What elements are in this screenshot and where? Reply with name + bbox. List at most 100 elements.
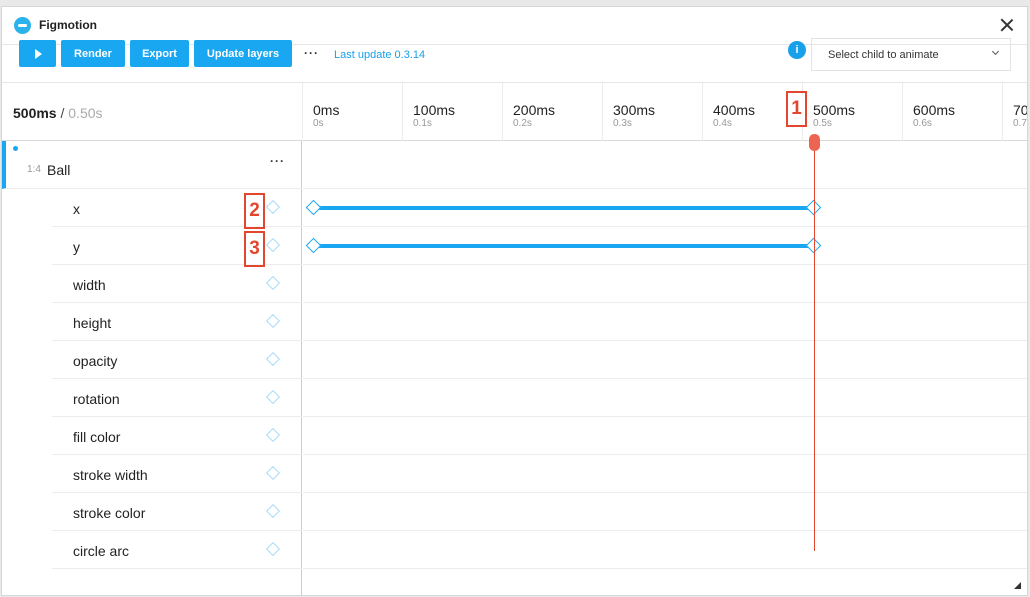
property-row[interactable]: opacity bbox=[52, 341, 302, 379]
property-row[interactable]: circle arc bbox=[52, 531, 302, 569]
annotation-marker: 3 bbox=[244, 231, 265, 267]
property-track bbox=[303, 341, 1027, 379]
property-track bbox=[303, 531, 1027, 569]
layer-selected-dot bbox=[13, 146, 18, 151]
add-keyframe-diamond-icon[interactable] bbox=[265, 427, 281, 443]
add-keyframe-diamond-icon[interactable] bbox=[265, 389, 281, 405]
ruler-tick-seconds-label: 0.2s bbox=[513, 118, 532, 129]
ruler-tick: 200ms 0.2s bbox=[502, 83, 555, 141]
update-layers-button[interactable]: Update layers bbox=[194, 40, 292, 67]
ruler-tick-seconds-label: 0.6s bbox=[913, 118, 932, 129]
add-keyframe-diamond-icon[interactable] bbox=[265, 275, 281, 291]
chevron-down-icon bbox=[991, 47, 1000, 56]
add-keyframe-diamond-icon[interactable] bbox=[265, 351, 281, 367]
ruler-tick: 0ms 0s bbox=[302, 83, 339, 141]
ruler-tick-ms-label: 200ms bbox=[513, 102, 556, 118]
layer-ratio: 1:4 bbox=[27, 164, 41, 175]
property-label: fill color bbox=[73, 429, 121, 445]
ruler-tick-ms-label: 700ms bbox=[1013, 102, 1028, 118]
more-options-button[interactable]: ··· bbox=[304, 46, 319, 60]
property-row[interactable]: height bbox=[52, 303, 302, 341]
playhead-line bbox=[814, 141, 815, 551]
last-update-link[interactable]: Last update 0.3.14 bbox=[334, 49, 425, 61]
ruler-tick-seconds-label: 0.3s bbox=[613, 118, 632, 129]
property-row[interactable]: stroke color bbox=[52, 493, 302, 531]
property-row[interactable]: width bbox=[52, 265, 302, 303]
select-child-placeholder: Select child to animate bbox=[828, 49, 939, 61]
ruler-tick: 100ms 0.1s bbox=[402, 83, 455, 141]
window-title: Figmotion bbox=[39, 18, 97, 32]
property-track bbox=[303, 227, 1027, 265]
keyframe-diamond-icon[interactable] bbox=[305, 237, 322, 254]
property-track bbox=[303, 189, 1027, 227]
property-label: height bbox=[73, 315, 112, 331]
ruler-tick-ms-label: 0ms bbox=[313, 102, 340, 118]
ruler-tick-seconds-label: 0s bbox=[313, 118, 324, 129]
close-icon[interactable] bbox=[997, 15, 1017, 35]
ruler-tick-seconds-label: 0.7s bbox=[1013, 118, 1027, 129]
property-label: stroke color bbox=[73, 505, 146, 521]
play-icon bbox=[35, 48, 42, 59]
ruler-tick: 300ms 0.3s bbox=[602, 83, 655, 141]
layer-more-button[interactable]: ··· bbox=[270, 154, 285, 168]
ruler-tick-ms-label: 300ms bbox=[613, 102, 656, 118]
property-track bbox=[303, 303, 1027, 341]
figmotion-logo-icon bbox=[14, 17, 31, 34]
keyframe-diamond-icon[interactable] bbox=[305, 199, 322, 216]
animation-bar[interactable] bbox=[314, 206, 814, 210]
add-keyframe-diamond-icon[interactable] bbox=[265, 541, 281, 557]
property-track bbox=[303, 417, 1027, 455]
play-button[interactable] bbox=[19, 40, 56, 67]
property-label: y bbox=[73, 239, 80, 255]
annotation-marker: 1 bbox=[786, 91, 807, 127]
timeline-area[interactable] bbox=[303, 134, 1027, 595]
property-track bbox=[303, 493, 1027, 531]
playhead-handle[interactable] bbox=[809, 134, 820, 151]
add-keyframe-diamond-icon[interactable] bbox=[265, 237, 281, 253]
ruler-tick: 700ms0.7s bbox=[1002, 83, 1027, 141]
resize-handle-icon[interactable] bbox=[1014, 582, 1021, 589]
layer-name: Ball bbox=[47, 162, 71, 178]
ruler-tick-seconds-label: 0.4s bbox=[713, 118, 732, 129]
figmotion-window: Figmotion Render Export Update layers ··… bbox=[1, 6, 1028, 596]
select-child-dropdown[interactable]: Select child to animate bbox=[811, 38, 1011, 71]
layer-track-ball bbox=[303, 141, 1027, 189]
ruler-tick-ms-label: 400ms bbox=[713, 102, 756, 118]
property-label: rotation bbox=[73, 391, 120, 407]
ruler-tick-ms-label: 500ms bbox=[813, 102, 856, 118]
property-track bbox=[303, 265, 1027, 303]
add-keyframe-diamond-icon[interactable] bbox=[265, 503, 281, 519]
ruler-tick: 400ms 0.4s bbox=[702, 83, 755, 141]
add-keyframe-diamond-icon[interactable] bbox=[265, 199, 281, 215]
time-separator: / bbox=[60, 105, 65, 121]
ruler-tick-seconds-label: 0.5s bbox=[813, 118, 832, 129]
timeline-header: 500ms / 0.50s 0ms 0s 100ms 0.1s 200ms 0.2s 300… bbox=[2, 83, 1027, 141]
property-label: circle arc bbox=[73, 543, 130, 559]
export-button[interactable]: Export bbox=[130, 40, 189, 67]
ruler-tick: 600ms 0.6s bbox=[902, 83, 955, 141]
add-keyframe-diamond-icon[interactable] bbox=[265, 313, 281, 329]
info-icon[interactable]: i bbox=[788, 41, 806, 59]
property-label: width bbox=[73, 277, 106, 293]
ruler-tick-ms-label: 100ms bbox=[413, 102, 456, 118]
property-row[interactable]: fill color bbox=[52, 417, 302, 455]
current-time-display: 500ms / 0.50s bbox=[13, 105, 103, 121]
time-ruler[interactable]: 0ms 0s 100ms 0.1s 200ms 0.2s 300ms 0.3s 400ms 0.4… bbox=[302, 83, 1027, 141]
property-label: x bbox=[73, 201, 80, 217]
current-time-ms: 500ms bbox=[13, 105, 57, 121]
property-track bbox=[303, 379, 1027, 417]
render-button[interactable]: Render bbox=[61, 40, 125, 67]
property-row[interactable]: rotation bbox=[52, 379, 302, 417]
property-row[interactable]: stroke width bbox=[52, 455, 302, 493]
current-time-seconds: 0.50s bbox=[68, 105, 103, 121]
property-label: stroke width bbox=[73, 467, 148, 483]
layer-row-ball[interactable]: 1:4 Ball ··· bbox=[2, 141, 302, 189]
animation-bar[interactable] bbox=[314, 244, 814, 248]
add-keyframe-diamond-icon[interactable] bbox=[265, 465, 281, 481]
ruler-tick-seconds-label: 0.1s bbox=[413, 118, 432, 129]
annotation-marker: 2 bbox=[244, 193, 265, 229]
property-track bbox=[303, 455, 1027, 493]
property-label: opacity bbox=[73, 353, 118, 369]
toolbar: Render Export Update layers ··· Last upd… bbox=[2, 38, 1027, 83]
ruler-tick-ms-label: 600ms bbox=[913, 102, 956, 118]
